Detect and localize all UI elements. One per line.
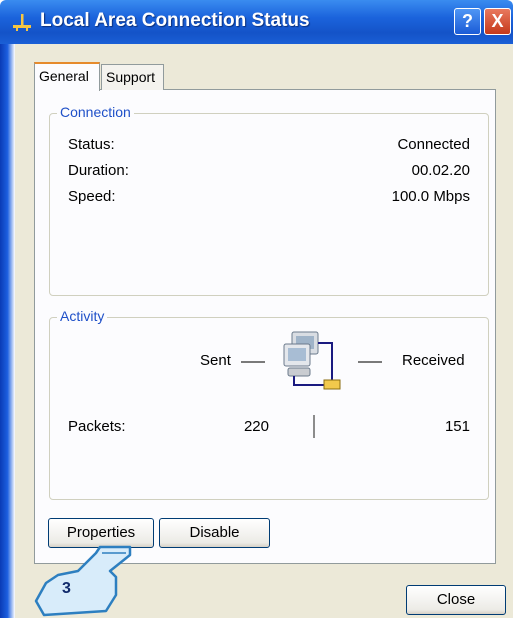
title-bar[interactable]: Local Area Connection Status ? X: [0, 0, 513, 44]
packets-label: Packets:: [68, 418, 126, 435]
speed-value: 100.0 Mbps: [391, 188, 470, 205]
sent-dash: [241, 361, 265, 363]
packets-sent-value: 220: [243, 418, 269, 435]
activity-groupbox: [49, 317, 489, 500]
properties-button[interactable]: Properties: [48, 518, 154, 548]
packets-separator: [313, 415, 315, 438]
tab-support[interactable]: Support: [101, 64, 164, 90]
disable-button[interactable]: Disable: [159, 518, 270, 548]
window-left-border: [0, 44, 15, 618]
help-button[interactable]: ?: [454, 8, 481, 35]
step-number-badge: 3: [62, 580, 71, 597]
window-title: Local Area Connection Status: [40, 10, 310, 31]
sent-label: Sent: [200, 352, 231, 369]
activity-legend: Activity: [57, 308, 108, 324]
network-computers-icon: [283, 331, 341, 390]
network-connection-icon: [13, 14, 31, 31]
connection-legend: Connection: [57, 104, 134, 120]
duration-value: 00.02.20: [411, 162, 470, 179]
received-label: Received: [402, 352, 465, 369]
connection-status-window: Local Area Connection Status ? X General…: [0, 0, 513, 618]
tab-general[interactable]: General: [34, 62, 100, 91]
received-dash: [358, 361, 382, 363]
close-button[interactable]: Close: [406, 585, 506, 615]
duration-label: Duration:: [68, 162, 129, 179]
status-label: Status:: [68, 136, 115, 153]
speed-label: Speed:: [68, 188, 116, 205]
packets-received-value: 151: [444, 418, 470, 435]
pointing-hand-icon: [34, 545, 132, 617]
status-value: Connected: [397, 136, 470, 153]
close-window-button[interactable]: X: [484, 8, 511, 35]
